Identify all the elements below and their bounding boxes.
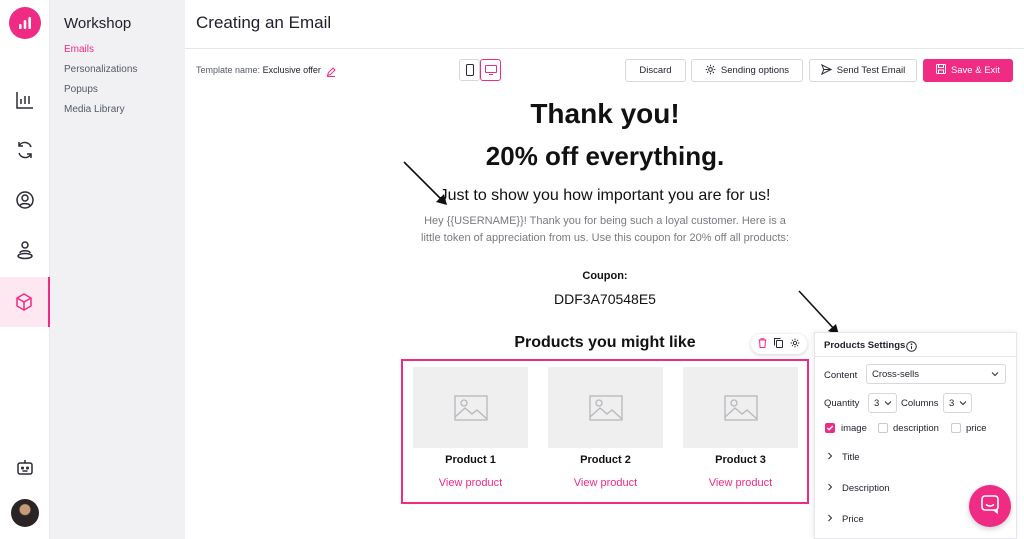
- email-subtitle[interactable]: Just to show you how important you are f…: [405, 187, 805, 205]
- panel-title: Products Settings: [824, 340, 906, 351]
- chevron-right-icon: [827, 514, 833, 525]
- save-exit-button[interactable]: Save & Exit: [923, 59, 1013, 82]
- gear-icon: [705, 64, 716, 78]
- info-icon[interactable]: [906, 339, 917, 357]
- coupon-label[interactable]: Coupon:: [555, 270, 655, 282]
- send-test-email-label: Send Test Email: [836, 65, 906, 76]
- products-title[interactable]: Products you might like: [480, 334, 730, 352]
- template-name-label: Template name:: [196, 65, 261, 75]
- panel-header: Products Settings: [815, 333, 1016, 357]
- email-body-text[interactable]: Hey {{USERNAME}}! Thank you for being su…: [421, 213, 789, 247]
- sidebar-item-personalizations[interactable]: Personalizations: [64, 64, 137, 75]
- section-price-label: Price: [842, 514, 864, 525]
- image-checkbox[interactable]: [825, 423, 835, 433]
- icon-rail: [0, 0, 50, 539]
- block-toolbar: [751, 334, 807, 354]
- chevron-down-icon: [990, 369, 1000, 382]
- user-circle-icon[interactable]: [0, 175, 50, 225]
- discard-label: Discard: [639, 65, 672, 76]
- mobile-view-button[interactable]: [459, 59, 480, 81]
- box-icon[interactable]: [0, 277, 50, 327]
- product-card[interactable]: Product 1 View product: [413, 367, 528, 489]
- sidebar-item-emails[interactable]: Emails: [64, 44, 94, 55]
- image-placeholder-icon: [683, 367, 798, 448]
- section-title-label: Title: [842, 452, 860, 463]
- product-name: Product 2: [580, 454, 631, 466]
- columns-select-value: 3: [949, 397, 955, 409]
- section-title[interactable]: Title: [827, 452, 860, 463]
- content-label: Content: [824, 370, 858, 381]
- send-test-email-button[interactable]: Send Test Email: [809, 59, 917, 82]
- desktop-view-button[interactable]: [480, 59, 501, 81]
- chat-icon: [980, 494, 1000, 519]
- section-description-label: Description: [842, 483, 890, 494]
- bot-icon[interactable]: [0, 442, 50, 492]
- product-name: Product 3: [715, 454, 766, 466]
- description-checkbox[interactable]: [878, 423, 888, 433]
- copy-icon[interactable]: [773, 335, 783, 353]
- email-heading-2[interactable]: 20% off everything.: [455, 141, 755, 172]
- person-pin-icon[interactable]: [0, 225, 50, 275]
- view-product-link[interactable]: View product: [683, 477, 798, 489]
- price-checkbox[interactable]: [951, 423, 961, 433]
- image-checkbox-label: image: [841, 423, 867, 434]
- image-placeholder-icon: [413, 367, 528, 448]
- template-name-value: Exclusive offer: [262, 65, 321, 75]
- chat-launcher-button[interactable]: [969, 485, 1011, 527]
- sidebar-item-popups[interactable]: Popups: [64, 84, 98, 95]
- save-icon: [935, 64, 946, 77]
- save-exit-label: Save & Exit: [950, 65, 1001, 76]
- description-checkbox-label: description: [893, 423, 939, 434]
- email-heading-1[interactable]: Thank you!: [455, 98, 755, 130]
- sending-options-label: Sending options: [720, 65, 790, 76]
- header-divider: [185, 48, 1024, 49]
- quantity-select-value: 3: [874, 397, 880, 409]
- products-block[interactable]: Product 1 View product Product 2 View pr…: [401, 359, 809, 504]
- quantity-label: Quantity: [824, 398, 860, 409]
- logo-icon[interactable]: [9, 7, 41, 39]
- sync-icon[interactable]: [0, 125, 50, 175]
- section-description[interactable]: Description: [827, 483, 890, 494]
- page-title: Creating an Email: [196, 13, 332, 32]
- nav-title: Workshop: [64, 15, 132, 32]
- columns-select[interactable]: 3: [943, 393, 972, 413]
- product-card[interactable]: Product 2 View product: [548, 367, 663, 489]
- template-name: Template name: Exclusive offer: [196, 65, 321, 75]
- sidebar-item-media-library[interactable]: Media Library: [64, 104, 125, 115]
- product-card[interactable]: Product 3 View product: [683, 367, 798, 489]
- section-price[interactable]: Price: [827, 514, 864, 525]
- secondary-nav: Workshop Emails Personalizations Popups …: [50, 0, 185, 539]
- view-product-link[interactable]: View product: [548, 477, 663, 489]
- price-checkbox-label: price: [966, 423, 987, 434]
- chevron-right-icon: [827, 452, 833, 463]
- edit-pencil-icon[interactable]: [326, 64, 336, 82]
- app-root: Workshop Emails Personalizations Popups …: [0, 0, 1024, 539]
- annotation-arrow-left: [403, 161, 447, 205]
- chevron-down-icon: [958, 398, 968, 411]
- settings-gear-icon[interactable]: [790, 335, 800, 353]
- coupon-code[interactable]: DDF3A70548E5: [505, 291, 705, 307]
- trash-icon[interactable]: [758, 335, 767, 353]
- content-select[interactable]: Cross-sells: [866, 364, 1006, 384]
- columns-label: Columns: [901, 398, 939, 409]
- chart-icon[interactable]: [0, 75, 50, 125]
- send-icon: [820, 63, 832, 78]
- sending-options-button[interactable]: Sending options: [691, 59, 803, 82]
- content-select-value: Cross-sells: [872, 368, 919, 380]
- chevron-down-icon: [883, 398, 893, 411]
- discard-button[interactable]: Discard: [625, 59, 686, 82]
- image-placeholder-icon: [548, 367, 663, 448]
- avatar[interactable]: [11, 499, 39, 527]
- product-name: Product 1: [445, 454, 496, 466]
- chevron-right-icon: [827, 483, 833, 494]
- quantity-select[interactable]: 3: [868, 393, 897, 413]
- view-product-link[interactable]: View product: [413, 477, 528, 489]
